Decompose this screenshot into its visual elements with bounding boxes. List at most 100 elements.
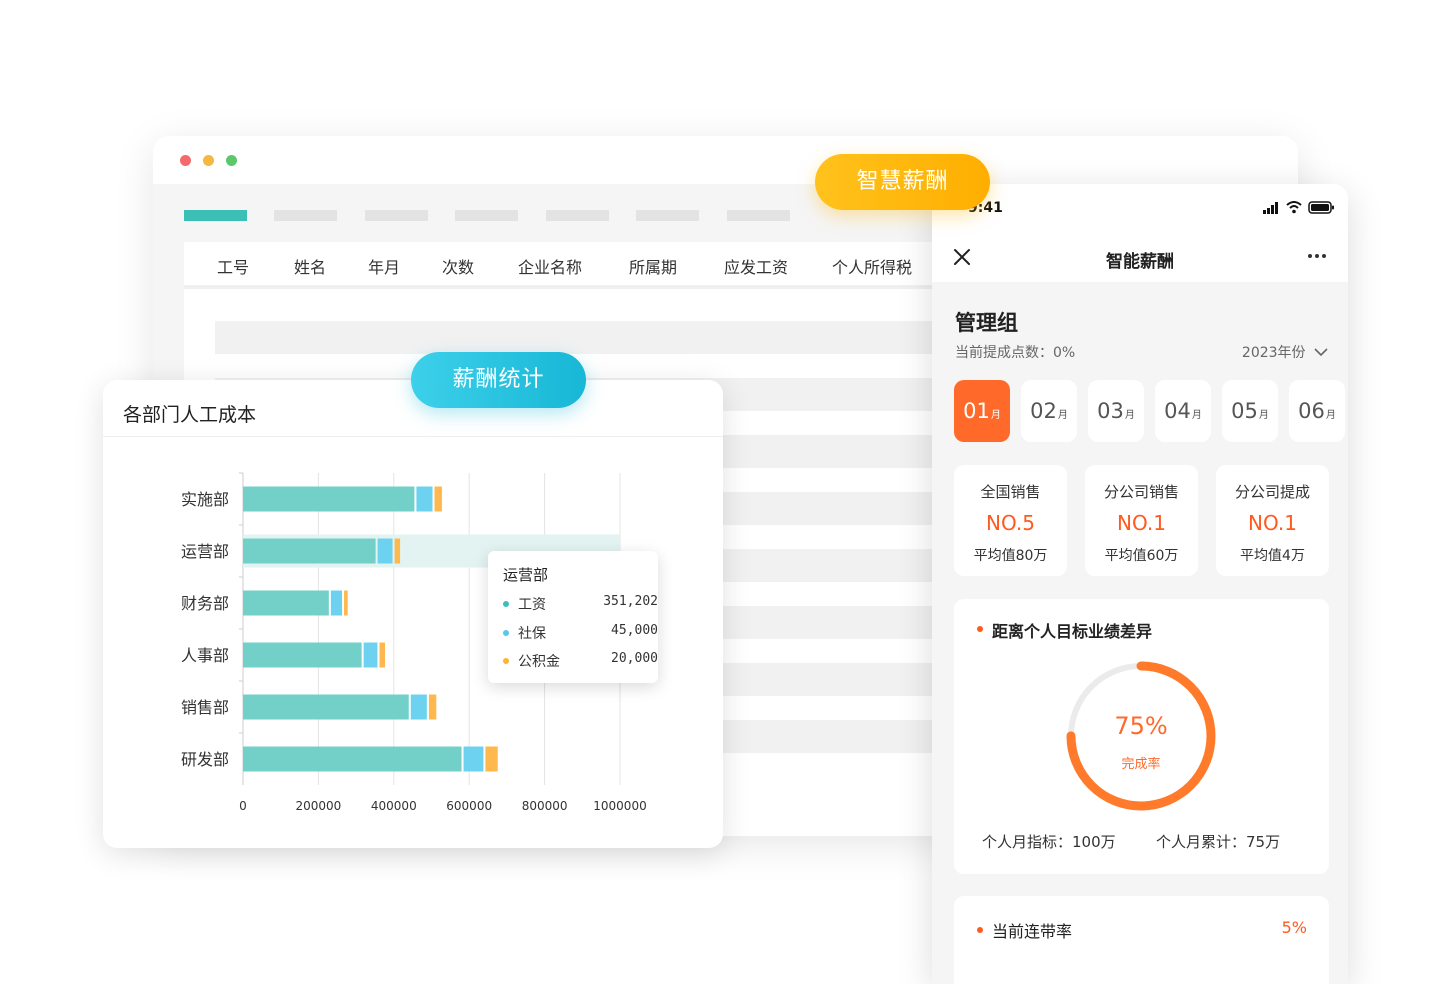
signal-icon: [1263, 202, 1278, 214]
rank-average: 平均值4万: [1240, 548, 1305, 564]
tooltip-label: 社保: [518, 626, 546, 642]
column-header[interactable]: 工号: [217, 254, 249, 278]
completion-percent: 75%: [1114, 712, 1168, 740]
tooltip-title: 运营部: [503, 566, 549, 584]
rank-label: 分公司提成: [1234, 483, 1310, 501]
column-header[interactable]: 应发工资: [724, 254, 788, 278]
goal-title: 距离个人目标业绩差异: [992, 622, 1153, 641]
bar-segment-fund: [379, 642, 386, 668]
column-header[interactable]: 企业名称: [518, 254, 582, 278]
bar-segment-salary: [243, 746, 462, 772]
tab-placeholder[interactable]: [727, 210, 790, 221]
attach-rate-value: 5%: [1281, 918, 1307, 937]
bar-segment-social: [410, 694, 427, 720]
bar-segment-social: [363, 642, 378, 668]
tooltip-row-salary: 工资 351,202: [503, 594, 658, 614]
bar-segment-fund: [394, 538, 401, 564]
column-header[interactable]: 次数: [442, 254, 474, 278]
chevron-down-icon: [1314, 348, 1328, 357]
month-tab-02[interactable]: 02月: [1021, 380, 1077, 442]
attach-rate-title: 当前连带率: [992, 922, 1073, 941]
year-label: 2023年份: [1241, 345, 1306, 361]
rank-average: 平均值60万: [1104, 548, 1179, 564]
completion-rate-label: 完成率: [1121, 757, 1161, 772]
salary-stats-badge: 薪酬统计: [411, 352, 586, 408]
bar-segment-fund: [485, 746, 498, 772]
phone-header: 9:41 智能薪酬: [932, 184, 1348, 282]
month-tab-04[interactable]: 04月: [1155, 380, 1211, 442]
column-header[interactable]: 个人所得税: [832, 254, 912, 278]
tooltip-value: 351,202: [603, 594, 658, 609]
more-icon[interactable]: [1307, 253, 1327, 259]
tab-placeholder[interactable]: [274, 210, 337, 221]
tab-placeholder[interactable]: [546, 210, 609, 221]
category-label: 实施部: [181, 490, 229, 509]
smart-salary-badge: 智慧薪酬: [815, 154, 990, 210]
phone-mockup: 9:41 智能薪酬 管理组 当前提成点数：0% 2023年份 01月 02月 0…: [932, 184, 1348, 984]
category-label: 研发部: [181, 750, 229, 769]
commission-label: 当前提成点数：0%: [955, 345, 1076, 361]
category-label: 运营部: [181, 542, 229, 561]
rank-label: 全国销售: [980, 483, 1041, 501]
attach-rate-card: 当前连带率 5%: [954, 896, 1329, 984]
rank-value: NO.5: [986, 511, 1035, 535]
maximize-window-dot[interactable]: [226, 155, 237, 166]
bar-segment-salary: [243, 590, 329, 616]
bar-segment-salary: [243, 538, 376, 564]
month-tab-06[interactable]: 06月: [1289, 380, 1345, 442]
tab-placeholder[interactable]: [455, 210, 518, 221]
nav-title: 智能薪酬: [1106, 252, 1174, 272]
monthly-target: 个人月指标：100万: [982, 833, 1116, 851]
tooltip-label: 工资: [518, 597, 546, 613]
chart-tooltip: 运营部 工资 351,202 社保 45,000 公积金 20,000: [488, 551, 658, 683]
x-tick-label: 400000: [371, 799, 417, 813]
bar-segment-social: [463, 746, 484, 772]
bar-segment-social: [377, 538, 393, 564]
column-header[interactable]: 所属期: [629, 254, 677, 278]
bar-segment-fund: [428, 694, 437, 720]
rank-card-national[interactable]: 全国销售 NO.5 平均值80万: [954, 465, 1067, 576]
month-tab-01[interactable]: 01月: [954, 380, 1010, 442]
minimize-window-dot[interactable]: [203, 155, 214, 166]
rank-card-branch-commission[interactable]: 分公司提成 NO.1 平均值4万: [1216, 465, 1329, 576]
close-window-dot[interactable]: [180, 155, 191, 166]
x-tick-label: 200000: [295, 799, 341, 813]
rank-label: 分公司销售: [1103, 483, 1179, 501]
category-label: 财务部: [181, 594, 229, 613]
legend-dot: [503, 630, 509, 636]
group-title: 管理组: [955, 311, 1018, 335]
month-tab-03[interactable]: 03月: [1088, 380, 1144, 442]
wifi-icon: [1286, 201, 1302, 214]
x-tick-label: 1000000: [593, 799, 646, 813]
card-title: 各部门人工成本: [123, 404, 257, 426]
legend-dot: [503, 658, 509, 664]
year-selector[interactable]: 2023年份: [1242, 342, 1328, 362]
tab-placeholder-active[interactable]: [184, 210, 247, 221]
browser-titlebar: [153, 136, 1298, 184]
legend-dot: [503, 601, 509, 607]
bar-segment-social: [330, 590, 343, 616]
bar-segment-salary: [243, 486, 415, 512]
goal-card: 距离个人目标业绩差异 75% 完成率 个人月指标：100万 个人月累计：75万: [954, 599, 1329, 874]
x-tick-label: 0: [239, 799, 247, 813]
x-tick-label: 600000: [446, 799, 492, 813]
column-header[interactable]: 年月: [368, 254, 400, 278]
rank-card-branch-sales[interactable]: 分公司销售 NO.1 平均值60万: [1085, 465, 1198, 576]
tab-placeholder[interactable]: [365, 210, 428, 221]
column-header[interactable]: 姓名: [294, 254, 326, 278]
bar-segment-salary: [243, 694, 409, 720]
month-tab-05[interactable]: 05月: [1222, 380, 1278, 442]
table-row[interactable]: [215, 321, 955, 354]
rank-value: NO.1: [1248, 511, 1297, 535]
bar-segment-salary: [243, 642, 362, 668]
battery-icon: [1308, 201, 1334, 214]
tooltip-row-fund: 公积金 20,000: [503, 651, 658, 671]
bar-segment-fund: [344, 590, 348, 616]
tab-placeholder[interactable]: [636, 210, 699, 221]
section-dot: [977, 626, 983, 632]
category-label: 销售部: [181, 698, 229, 717]
category-label: 人事部: [181, 646, 229, 665]
bar-segment-social: [416, 486, 433, 512]
section-dot: [977, 927, 983, 933]
tooltip-label: 公积金: [518, 654, 560, 670]
